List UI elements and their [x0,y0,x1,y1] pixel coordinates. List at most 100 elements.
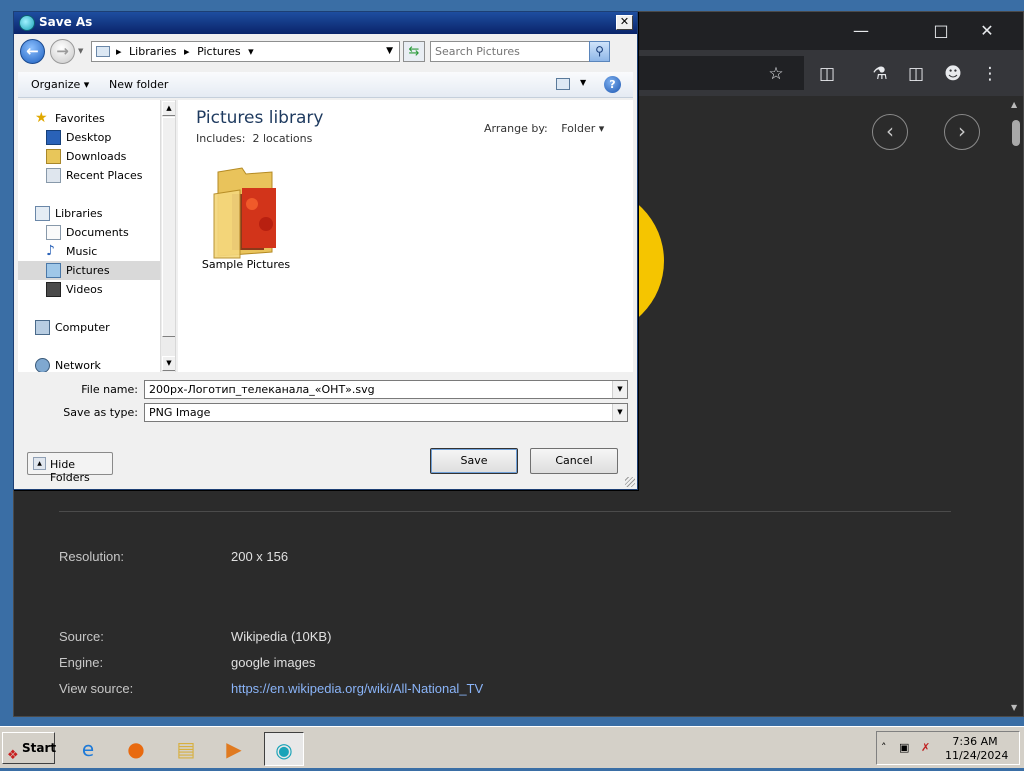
scroll-down-icon[interactable]: ▼ [162,356,175,371]
menu-kebab-icon[interactable]: ⋮ [978,62,1002,86]
previous-image-button[interactable]: ‹ [872,114,908,150]
save-as-dialog: Save As ✕ ← → ▼ ▸ Libraries ▸ Pictures ▾… [13,11,638,490]
organize-button[interactable]: Organize ▾ [31,78,89,91]
dialog-titlebar[interactable]: Save As ✕ [14,12,637,34]
nav-item-computer[interactable]: Computer [18,318,160,337]
library-includes: Includes: 2 locations [196,132,312,145]
downloads-folder-icon [46,149,61,164]
search-box[interactable]: ⚲ [430,41,610,62]
internet-explorer-icon[interactable]: e [68,732,108,766]
view-options-dropdown-icon[interactable]: ▼ [580,78,586,87]
nav-item-libraries[interactable]: Libraries [18,204,160,223]
scroll-up-icon[interactable]: ▲ [1011,100,1017,109]
close-icon[interactable]: ✕ [972,21,1002,41]
library-title: Pictures library [196,108,324,128]
start-button[interactable]: ❖ Start [2,732,56,764]
bookmark-star-icon[interactable]: ☆ [764,62,788,86]
cancel-button[interactable]: Cancel [530,448,618,474]
nav-item-videos[interactable]: Videos [18,280,160,299]
history-dropdown-icon[interactable]: ▼ [78,47,83,55]
nav-item-label: Desktop [66,131,112,144]
file-name-dropdown-icon[interactable]: ▼ [612,381,627,398]
scroll-down-icon[interactable]: ▼ [1011,703,1017,712]
breadcrumb-libraries[interactable]: Libraries [129,45,177,58]
nav-item-label: Favorites [55,112,105,125]
nav-item-pictures[interactable]: Pictures [18,261,160,280]
volume-muted-icon[interactable]: ✗ [921,741,930,754]
forward-button[interactable]: → [50,39,75,64]
screenshot-app-icon[interactable]: ◉ [264,732,304,766]
pictures-icon [46,263,61,278]
nav-item-desktop[interactable]: Desktop [18,128,160,147]
resize-grip[interactable] [625,477,635,487]
nav-item-downloads[interactable]: Downloads [18,147,160,166]
save-button[interactable]: Save [430,448,518,474]
change-view-icon[interactable] [556,78,570,90]
scroll-thumb[interactable] [162,117,175,337]
locations-link[interactable]: 2 locations [252,132,312,145]
extensions-icon[interactable]: ◫ [815,62,839,86]
network-tray-icon[interactable]: ▣ [899,741,909,754]
back-button[interactable]: ← [20,39,45,64]
nav-item-label: Downloads [66,150,127,163]
arrange-by: Arrange by: Folder ▾ [484,122,604,135]
search-icon[interactable]: ⚲ [589,41,610,62]
show-hidden-icons-icon[interactable]: ˄ [881,741,887,754]
videos-icon [46,282,61,297]
arrange-value: Folder [561,122,596,135]
hide-folders-button[interactable]: ▲ Hide Folders [27,452,113,484]
file-explorer-icon[interactable]: ▤ [166,732,206,766]
media-player-icon[interactable]: ▶ [214,732,254,766]
nav-item-label: Pictures [66,264,110,277]
nav-item-label: Libraries [55,207,103,220]
nav-item-label: Videos [66,283,103,296]
help-icon[interactable]: ? [604,76,621,93]
divider [59,511,951,512]
info-value: google images [231,655,316,670]
new-folder-button[interactable]: New folder [109,78,168,91]
system-tray: ˄ ▣ ✗ 7:36 AM 11/24/2024 [876,731,1020,765]
breadcrumb-address-bar[interactable]: ▸ Libraries ▸ Pictures ▾ ▼ [91,41,400,62]
nav-item-music[interactable]: ♪ Music [18,242,160,261]
dialog-close-button[interactable]: ✕ [616,15,633,30]
info-label: Source: [59,629,104,644]
clock-date: 11/24/2024 [945,749,1009,762]
command-bar: Organize ▾ New folder ▼ ? [18,72,633,98]
view-source-link[interactable]: https://en.wikipedia.org/wiki/All-Nation… [231,681,831,696]
nav-item-label: Music [66,245,98,258]
search-input[interactable] [433,44,583,59]
refresh-button[interactable]: ⇆ [403,41,425,62]
minimize-icon[interactable]: — [846,21,876,41]
breadcrumb-pictures[interactable]: Pictures [197,45,241,58]
save-as-type-row: Save as type: PNG Image ▼ [14,403,639,423]
address-dropdown-icon[interactable]: ▼ [386,46,393,56]
nav-item-recent-places[interactable]: Recent Places [18,166,160,185]
nav-item-favorites[interactable]: ★ Favorites [18,109,160,128]
file-item-sample-pictures[interactable]: Sample Pictures [198,160,294,272]
save-as-type-select[interactable]: PNG Image ▼ [144,403,628,422]
file-name-label: File name: [81,383,138,396]
navigation-scrollbar[interactable]: ▲ ▼ [160,100,175,372]
hide-folders-label: Hide Folders [50,458,90,484]
arrange-dropdown[interactable]: Folder ▾ [561,122,604,135]
side-panel-icon[interactable]: ◫ [904,62,928,86]
navigation-pane: ★ Favorites Desktop Downloads Recent Pla… [18,100,176,372]
maximize-icon[interactable]: □ [926,21,956,41]
file-name-input[interactable]: 200px-Логотип_телеканала_«ОНТ».svg ▼ [144,380,628,399]
nav-item-documents[interactable]: Documents [18,223,160,242]
page-scrollbar[interactable]: ▲ ▼ [1009,96,1023,716]
dialog-title: Save As [39,15,93,29]
nav-item-network[interactable]: Network [18,356,160,372]
file-item-label: Sample Pictures [201,258,291,271]
info-label: Engine: [59,655,104,670]
windows-logo-icon: ❖ [7,748,19,763]
profile-avatar-icon[interactable]: ☻ [941,62,965,86]
save-as-type-dropdown-icon[interactable]: ▼ [612,404,627,421]
scroll-up-icon[interactable]: ▲ [162,101,175,116]
labs-flask-icon[interactable]: ⚗ [868,62,892,86]
scroll-thumb[interactable] [1012,120,1020,146]
next-image-button[interactable]: › [944,114,980,150]
clock[interactable]: 7:36 AM 11/24/2024 [945,735,1009,763]
firefox-icon[interactable]: ● [116,732,156,766]
taskbar: ❖ Start e ● ▤ ▶ ◉ ˄ ▣ ✗ 7:36 AM 11/24/20… [0,726,1024,768]
